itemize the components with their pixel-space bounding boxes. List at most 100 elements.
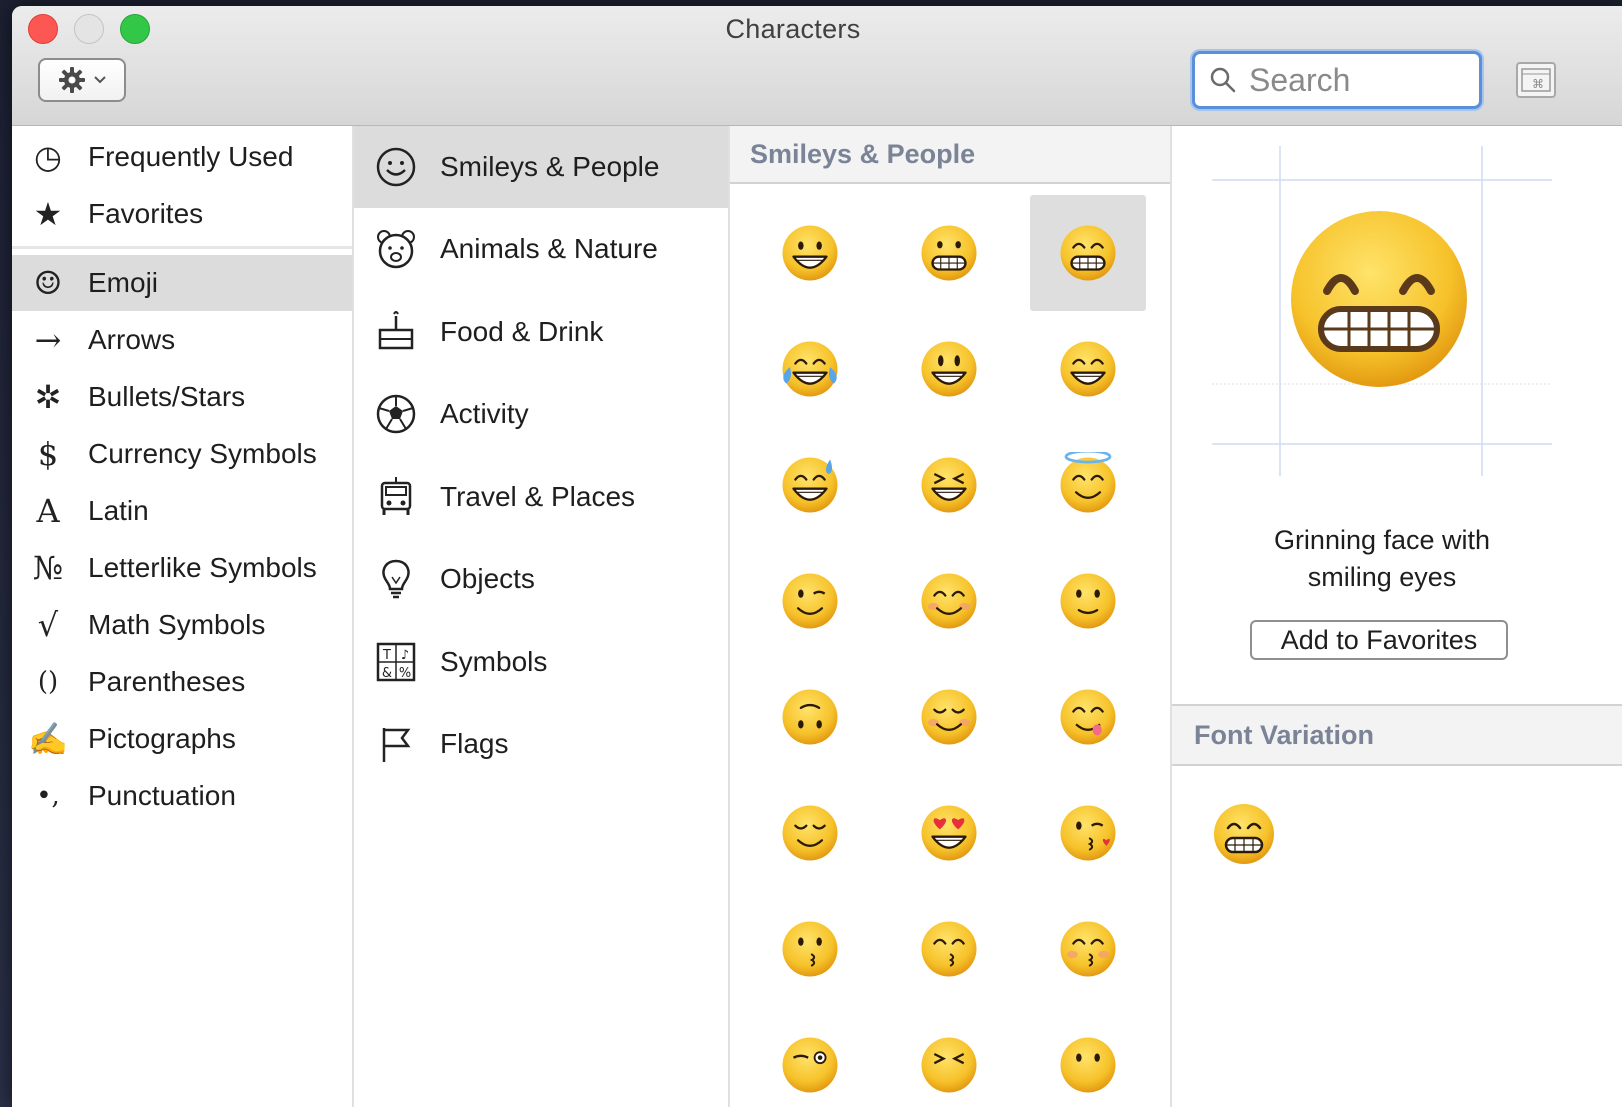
star-icon: ★ — [33, 195, 63, 233]
chevron-down-icon — [94, 76, 106, 84]
action-menu-button[interactable] — [38, 58, 126, 102]
sidebar-item-arrows[interactable]: → Arrows — [12, 312, 352, 368]
search-field-container[interactable] — [1192, 51, 1482, 109]
category-item-label: Travel & Places — [440, 481, 636, 512]
emoji-cell-heart-eyes[interactable] — [891, 775, 1007, 891]
category-item-objects[interactable]: Objects — [354, 538, 728, 620]
category-item-animals-nature[interactable]: Animals & Nature — [354, 208, 728, 290]
sidebar-item-bullets-stars[interactable]: ✲ Bullets/Stars — [12, 369, 352, 425]
emoji-cell-kissing-heart[interactable] — [1030, 775, 1146, 891]
category-item-smileys-people[interactable]: Smileys & People — [354, 126, 728, 208]
svg-text:⌘: ⌘ — [1532, 77, 1544, 91]
emoji-cell-stuck-out-wink[interactable] — [752, 1007, 868, 1107]
soccer-ball-icon — [374, 392, 418, 436]
writing-hand-icon: ✍ — [28, 720, 68, 758]
sidebar-separator — [12, 246, 352, 249]
sidebar-item-pictographs[interactable]: ✍ Pictographs — [12, 711, 352, 767]
emoji-cell-upside-down[interactable] — [752, 659, 868, 775]
emoji-grid-panel: Smileys & People — [730, 126, 1172, 1107]
emoji-cell-relaxed[interactable] — [891, 659, 1007, 775]
sidebar-item-parentheses[interactable]: () Parentheses — [12, 654, 352, 710]
relieved-face-icon — [782, 805, 838, 861]
emoji-cell-yum[interactable] — [1030, 659, 1146, 775]
sidebar-item-emoji[interactable]: ☺ Emoji — [12, 255, 352, 311]
emoji-cell-smiley[interactable] — [891, 311, 1007, 427]
sidebar-item-label: Currency Symbols — [88, 438, 317, 469]
sidebar-item-currency-symbols[interactable]: $ Currency Symbols — [12, 426, 352, 482]
clock-icon: ◷ — [34, 138, 62, 176]
font-variation-grimacing-icon[interactable] — [1208, 798, 1280, 870]
emoji-cell-kissing-closed[interactable] — [1030, 891, 1146, 1007]
sidebar-item-frequently-used[interactable]: ◷ Frequently Used — [12, 129, 352, 185]
asterisk-icon: ✲ — [34, 378, 62, 416]
window-title: Characters — [725, 14, 861, 44]
emoji-cell-grimacing[interactable] — [891, 195, 1007, 311]
emoji-cell-sweat-smile[interactable] — [752, 427, 868, 543]
category-item-flags[interactable]: Flags — [354, 703, 728, 785]
grinning-face-icon — [782, 225, 838, 281]
svg-text:%: % — [399, 666, 411, 681]
emoji-cell-kissing[interactable] — [752, 891, 868, 1007]
emoji-cell-laughing[interactable] — [891, 427, 1007, 543]
bear-icon — [374, 227, 418, 271]
grimacing-face-icon — [921, 225, 977, 281]
blush-face-icon — [921, 573, 977, 629]
neutral-top-face-icon — [1060, 1037, 1116, 1093]
square-root-icon: √ — [37, 606, 59, 644]
sidebar-item-label: Bullets/Stars — [88, 381, 246, 412]
upside-down-face-icon — [782, 689, 838, 745]
character-name-line1: Grinning face with — [1273, 525, 1491, 555]
character-name-line2: smiling eyes — [1307, 562, 1457, 592]
sidebar-item-label: Math Symbols — [88, 609, 266, 640]
sidebar-item-letterlike-symbols[interactable]: № Letterlike Symbols — [12, 540, 352, 596]
emoji-cell-wink[interactable] — [752, 543, 868, 659]
kissing-closed-face-icon — [1060, 921, 1116, 977]
emoji-cell-grin[interactable] — [1030, 195, 1146, 311]
character-name: Grinning face with smiling eyes — [1212, 522, 1552, 596]
kissing-face-icon — [782, 921, 838, 977]
title-bar: Characters Search ⌘ — [12, 6, 1622, 126]
sidebar-item-label: Arrows — [88, 324, 176, 355]
detail-panel: Grinning face with smiling eyes Add to F… — [1172, 126, 1622, 1107]
emoji-cell-slight-smile[interactable] — [1030, 543, 1146, 659]
sidebar: ◷ Frequently Used ★ Favorites ☺ Emoji → Arrows ✲… — [12, 126, 354, 1107]
emoji-cell-innocent[interactable] — [1030, 427, 1146, 543]
stuck-out-wink-face-icon — [782, 1037, 838, 1093]
characters-window: Characters Search ⌘ ◷ Frequently Used ★ … — [12, 6, 1622, 1107]
wink-face-icon — [782, 573, 838, 629]
svg-text:&: & — [382, 666, 392, 681]
emoji-cell-kissing-smiling[interactable] — [891, 891, 1007, 1007]
search-input[interactable] — [1247, 60, 1471, 100]
sidebar-item-punctuation[interactable]: •, Punctuation — [12, 768, 352, 824]
symbols-icon: T ♪ &% — [374, 640, 418, 684]
sidebar-item-math-symbols[interactable]: √ Math Symbols — [12, 597, 352, 653]
category-item-label: Animals & Nature — [440, 233, 658, 264]
lightbulb-icon — [374, 557, 418, 601]
font-variation-title: Font Variation — [1194, 719, 1375, 750]
emoji-cell-grinning[interactable] — [752, 195, 868, 311]
search-icon — [1210, 67, 1236, 93]
sidebar-item-label: Parentheses — [88, 666, 246, 697]
emoji-cell-smile[interactable] — [1030, 311, 1146, 427]
category-item-label: Flags — [440, 728, 509, 759]
dollar-icon: $ — [37, 435, 59, 473]
emoji-cell-joy[interactable] — [752, 311, 868, 427]
emoji-cell-relieved[interactable] — [752, 775, 868, 891]
category-item-travel-places[interactable]: Travel & Places — [354, 456, 728, 538]
category-item-symbols[interactable]: T ♪ &% Symbols — [354, 621, 728, 703]
emoji-cell-stuck-out-squint[interactable] — [891, 1007, 1007, 1107]
sidebar-item-label: Letterlike Symbols — [88, 552, 317, 583]
category-item-food-drink[interactable]: Food & Drink — [354, 291, 728, 373]
numero-icon: № — [32, 549, 64, 587]
grid-section-title: Smileys & People — [750, 138, 976, 169]
sidebar-item-latin[interactable]: A Latin — [12, 483, 352, 539]
keyboard-viewer-button[interactable]: ⌘ — [1516, 62, 1556, 98]
emoji-cell-blush[interactable] — [891, 543, 1007, 659]
category-item-label: Smileys & People — [440, 151, 660, 182]
category-item-label: Objects — [440, 563, 535, 594]
add-to-favorites-button[interactable]: Add to Favorites — [1250, 620, 1508, 660]
sidebar-item-favorites[interactable]: ★ Favorites — [12, 186, 352, 242]
parentheses-icon: () — [37, 667, 59, 697]
emoji-cell-neutral-top[interactable] — [1030, 1007, 1146, 1107]
category-item-activity[interactable]: Activity — [354, 373, 728, 455]
